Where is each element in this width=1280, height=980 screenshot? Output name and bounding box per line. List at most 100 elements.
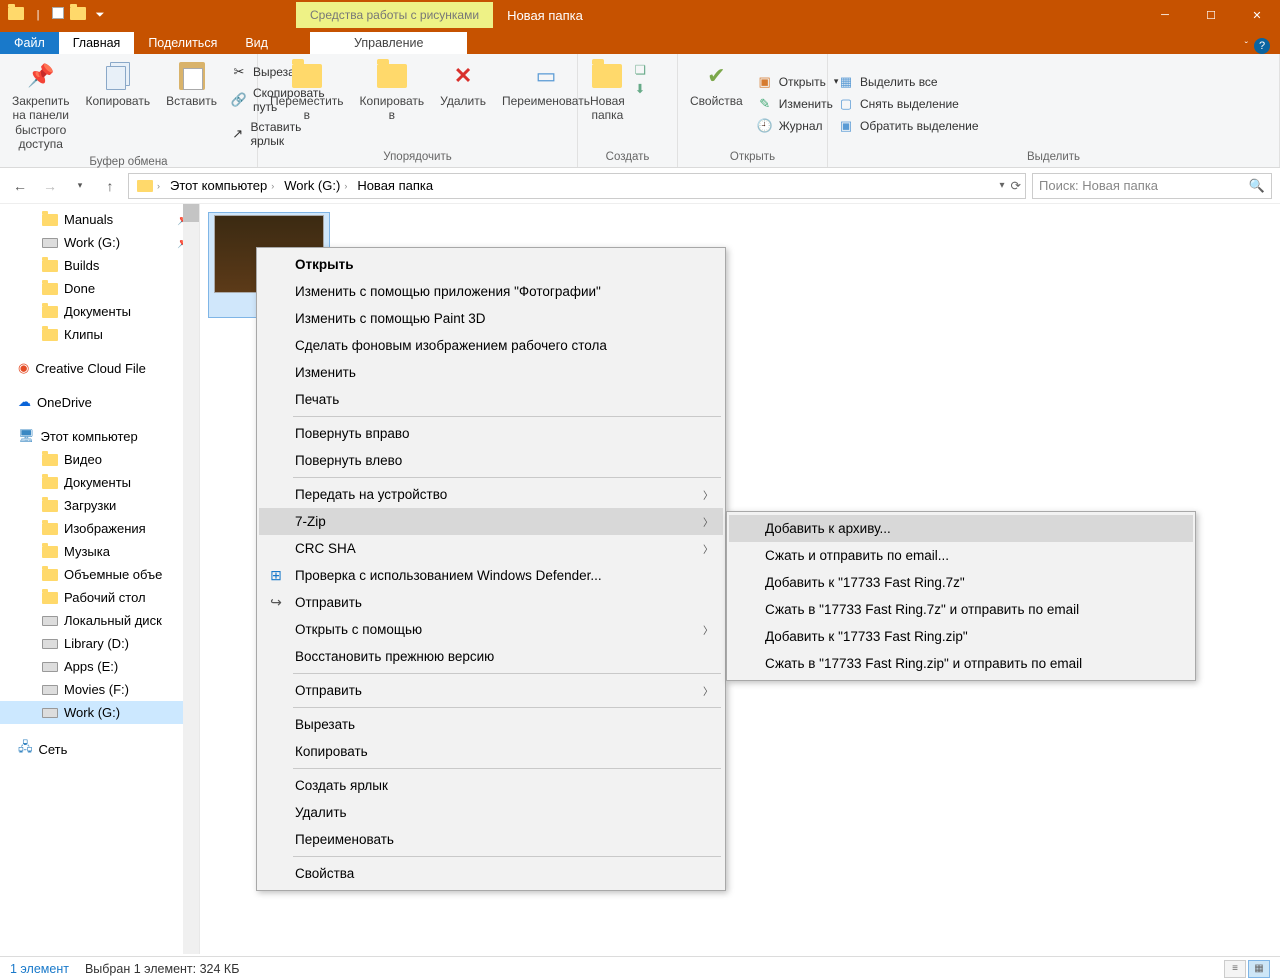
menu-item[interactable]: Создать ярлык bbox=[259, 772, 723, 799]
select-all-button[interactable]: ▦Выделить все bbox=[834, 72, 983, 92]
menu-item[interactable]: Сделать фоновым изображением рабочего ст… bbox=[259, 332, 723, 359]
crumb-this-pc[interactable]: Этот компьютер› bbox=[166, 178, 278, 193]
nav-forward-button[interactable]: → bbox=[38, 174, 62, 198]
menu-item[interactable]: Передать на устройство〉 bbox=[259, 481, 723, 508]
sidebar-onedrive[interactable]: ☁OneDrive bbox=[0, 390, 199, 414]
menu-item[interactable]: Изменить с помощью Paint 3D bbox=[259, 305, 723, 332]
menu-item[interactable]: Повернуть влево bbox=[259, 447, 723, 474]
menu-item[interactable]: Свойства bbox=[259, 860, 723, 887]
menu-item[interactable]: Изменить bbox=[259, 359, 723, 386]
menu-item[interactable]: ⊞Проверка с использованием Windows Defen… bbox=[259, 562, 723, 589]
menu-item[interactable]: CRC SHA〉 bbox=[259, 535, 723, 562]
menu-item[interactable]: Удалить bbox=[259, 799, 723, 826]
sidebar-item[interactable]: Done bbox=[0, 277, 199, 300]
invert-selection-button[interactable]: ▣Обратить выделение bbox=[834, 116, 983, 136]
menu-item[interactable]: Повернуть вправо bbox=[259, 420, 723, 447]
select-none-button[interactable]: ▢Снять выделение bbox=[834, 94, 983, 114]
sidebar-item[interactable]: Movies (F:) bbox=[0, 678, 199, 701]
nav-pane[interactable]: Manuals📌Work (G:)📌BuildsDoneДокументыКли… bbox=[0, 204, 200, 954]
sidebar-item[interactable]: Музыка bbox=[0, 540, 199, 563]
menu-item[interactable]: Восстановить прежнюю версию bbox=[259, 643, 723, 670]
tab-manage[interactable]: Управление bbox=[310, 32, 468, 54]
tab-file[interactable]: Файл bbox=[0, 32, 59, 54]
close-button[interactable]: ✕ bbox=[1234, 0, 1280, 30]
menu-item[interactable]: Сжать в "17733 Fast Ring.7z" и отправить… bbox=[729, 596, 1193, 623]
menu-item[interactable]: Открыть bbox=[259, 251, 723, 278]
search-input[interactable]: Поиск: Новая папка 🔍 bbox=[1032, 173, 1272, 199]
nav-up-button[interactable]: ↑ bbox=[98, 174, 122, 198]
menu-item[interactable]: Сжать и отправить по email... bbox=[729, 542, 1193, 569]
chevron-down-icon[interactable]: ▾ bbox=[999, 180, 1004, 191]
sidebar-item[interactable]: Локальный диск bbox=[0, 609, 199, 632]
context-menu[interactable]: ОткрытьИзменить с помощью приложения "Фо… bbox=[256, 247, 726, 891]
sidebar-item[interactable]: Клипы bbox=[0, 323, 199, 346]
folder-icon bbox=[42, 329, 58, 341]
easy-access-icon[interactable]: ⬇ bbox=[635, 81, 646, 96]
delete-button[interactable]: ✕Удалить bbox=[434, 58, 492, 110]
sidebar-item[interactable]: Work (G:) bbox=[0, 701, 199, 724]
qa-sep: | bbox=[30, 7, 46, 23]
tab-share[interactable]: Поделиться bbox=[134, 32, 231, 54]
checkbox-icon[interactable] bbox=[52, 7, 64, 19]
sidebar-creative-cloud[interactable]: ◉Creative Cloud File bbox=[0, 356, 199, 380]
menu-item[interactable]: Добавить к архиву... bbox=[729, 515, 1193, 542]
menu-item[interactable]: Переименовать bbox=[259, 826, 723, 853]
properties-button[interactable]: ✔Свойства bbox=[684, 58, 749, 110]
new-item-icon[interactable]: ❏ bbox=[635, 62, 646, 77]
crumb-work[interactable]: Work (G:)› bbox=[280, 178, 351, 193]
menu-item[interactable]: 7-Zip〉 bbox=[259, 508, 723, 535]
breadcrumb[interactable]: › Этот компьютер› Work (G:)› Новая папка… bbox=[128, 173, 1026, 199]
help-icon[interactable]: ? bbox=[1254, 38, 1270, 54]
new-folder-button[interactable]: Новая папка bbox=[584, 58, 631, 125]
sidebar-item[interactable]: Builds bbox=[0, 254, 199, 277]
sidebar-item[interactable]: Объемные объе bbox=[0, 563, 199, 586]
sidebar-item[interactable]: Видео bbox=[0, 448, 199, 471]
menu-item[interactable]: Добавить к "17733 Fast Ring.zip" bbox=[729, 623, 1193, 650]
sidebar-item[interactable]: Work (G:)📌 bbox=[0, 231, 199, 254]
tab-home[interactable]: Главная bbox=[59, 32, 135, 54]
folder-icon[interactable] bbox=[70, 7, 86, 20]
details-view-button[interactable]: ≡ bbox=[1224, 960, 1246, 978]
sidebar-item[interactable]: Library (D:) bbox=[0, 632, 199, 655]
sidebar-item[interactable]: Документы bbox=[0, 300, 199, 323]
collapse-ribbon-icon[interactable]: ˇ bbox=[1245, 41, 1248, 52]
folder-icon[interactable] bbox=[8, 7, 24, 20]
menu-item[interactable]: Открыть с помощью〉 bbox=[259, 616, 723, 643]
menu-separator bbox=[293, 416, 721, 417]
nav-back-button[interactable]: ← bbox=[8, 174, 32, 198]
tab-view[interactable]: Вид bbox=[231, 32, 282, 54]
sidebar-this-pc[interactable]: 🖥Этот компьютер bbox=[0, 424, 199, 448]
drive-icon bbox=[42, 238, 58, 248]
menu-item[interactable]: Отправить〉 bbox=[259, 677, 723, 704]
menu-item[interactable]: Печать bbox=[259, 386, 723, 413]
sidebar-item[interactable]: Manuals📌 bbox=[0, 208, 199, 231]
ribbon-tabs: Файл Главная Поделиться Вид Управление ˇ… bbox=[0, 30, 1280, 54]
sidebar-item[interactable]: Apps (E:) bbox=[0, 655, 199, 678]
menu-item[interactable]: Вырезать bbox=[259, 711, 723, 738]
sidebar-item[interactable]: Изображения bbox=[0, 517, 199, 540]
crumb-folder[interactable]: Новая папка bbox=[353, 178, 437, 193]
select-none-icon: ▢ bbox=[838, 96, 854, 112]
paste-button[interactable]: Вставить bbox=[160, 58, 223, 110]
qa-overflow[interactable]: ⏷ bbox=[92, 7, 108, 23]
thumbnails-view-button[interactable]: ▦ bbox=[1248, 960, 1270, 978]
nav-recent-button[interactable]: ▾ bbox=[68, 174, 92, 198]
menu-item[interactable]: Изменить с помощью приложения "Фотографи… bbox=[259, 278, 723, 305]
menu-item[interactable]: Копировать bbox=[259, 738, 723, 765]
menu-item[interactable]: ↪Отправить bbox=[259, 589, 723, 616]
pin-quick-access-button[interactable]: 📌 Закрепить на панели быстрого доступа bbox=[6, 58, 75, 154]
menu-item[interactable]: Добавить к "17733 Fast Ring.7z" bbox=[729, 569, 1193, 596]
menu-item[interactable]: Сжать в "17733 Fast Ring.zip" и отправит… bbox=[729, 650, 1193, 677]
context-submenu-7zip[interactable]: Добавить к архиву...Сжать и отправить по… bbox=[726, 511, 1196, 681]
sidebar-item[interactable]: Документы bbox=[0, 471, 199, 494]
sidebar-network[interactable]: 🖧Сеть bbox=[0, 734, 199, 764]
sidebar-item[interactable]: Загрузки bbox=[0, 494, 199, 517]
copy-to-button[interactable]: Копировать в bbox=[354, 58, 431, 125]
move-to-button[interactable]: Переместить в bbox=[264, 58, 350, 125]
refresh-icon[interactable]: ⟳ bbox=[1011, 178, 1021, 193]
sidebar-item[interactable]: Рабочий стол bbox=[0, 586, 199, 609]
copy-button[interactable]: Копировать bbox=[79, 58, 156, 110]
folder-copy-icon bbox=[376, 60, 408, 92]
minimize-button[interactable]: ─ bbox=[1142, 0, 1188, 30]
maximize-button[interactable]: ☐ bbox=[1188, 0, 1234, 30]
